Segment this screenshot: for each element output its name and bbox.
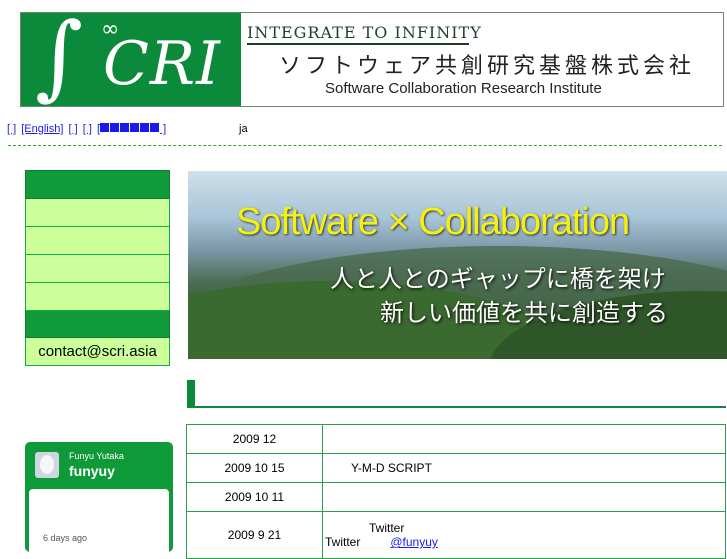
news-text bbox=[322, 424, 726, 454]
side-menu-item-3[interactable] bbox=[25, 255, 170, 283]
language-nav: [ ] [English] [ ] [ ] [ ] bbox=[7, 123, 168, 135]
tweet-timestamp[interactable]: 6 days ago bbox=[43, 533, 87, 543]
banner-subtitle-line2: 新しい価値を共に創造する bbox=[380, 299, 668, 327]
news-date: 2009 12 bbox=[186, 424, 323, 454]
lang-link-1[interactable]: [ ] bbox=[7, 123, 16, 135]
twitter-display-name[interactable]: Funyu Yutaka bbox=[69, 451, 124, 461]
tagline-underline bbox=[247, 43, 469, 45]
side-menu-header bbox=[25, 170, 170, 199]
news-text-line2-label: Twitter bbox=[325, 535, 361, 549]
twitter-widget: Funyu Yutaka funyuy 6 days ago bbox=[25, 442, 173, 559]
missing-glyph-icon bbox=[150, 123, 160, 132]
missing-glyph-icon bbox=[110, 123, 120, 132]
divider bbox=[8, 145, 722, 146]
missing-glyph-icon bbox=[100, 123, 110, 132]
egg-avatar-icon bbox=[40, 455, 54, 474]
news-text-line2: Twitter @funyuy bbox=[325, 535, 724, 549]
missing-glyph-icon bbox=[140, 123, 150, 132]
banner-title: Software × Collaboration bbox=[236, 201, 630, 243]
lang-link-5[interactable]: [ ] bbox=[97, 123, 166, 135]
banner-subtitle-line1: 人と人とのギャップに橋を架け bbox=[330, 265, 666, 293]
side-menu-item-1[interactable] bbox=[25, 199, 170, 227]
tagline: INTEGRATE TO INFINITY bbox=[247, 23, 482, 42]
contact-email[interactable]: contact@scri.asia bbox=[25, 338, 170, 366]
news-text: Y-M-D SCRIPT bbox=[322, 453, 726, 483]
news-text: Twitter Twitter @funyuy bbox=[322, 511, 726, 559]
news-text-content: Y-M-D SCRIPT bbox=[351, 461, 432, 475]
news-text bbox=[322, 482, 726, 512]
twitter-timeline: 6 days ago bbox=[29, 489, 169, 559]
lang-link-5-close: ] bbox=[160, 123, 167, 135]
twitter-handle[interactable]: funyuy bbox=[69, 463, 115, 479]
missing-glyph-icon bbox=[130, 123, 140, 132]
side-menu: contact@scri.asia bbox=[25, 170, 170, 366]
missing-glyph-icon bbox=[120, 123, 130, 132]
news-date: 2009 9 21 bbox=[186, 511, 323, 559]
logo-integral: ∫ bbox=[35, 3, 83, 110]
section-heading-underline bbox=[187, 406, 726, 408]
news-date: 2009 10 11 bbox=[186, 482, 323, 512]
side-menu-footer bbox=[25, 311, 170, 338]
table-row: 2009 12 bbox=[186, 424, 726, 454]
section-heading-marker bbox=[187, 380, 195, 408]
twitter-handle-link[interactable]: @funyuy bbox=[390, 535, 438, 549]
site-header: ∫ ∞ CRI INTEGRATE TO INFINITY ソフトウェア共創研究… bbox=[20, 7, 724, 107]
language-code: ja bbox=[239, 123, 248, 135]
hero-banner: Software × Collaboration 人と人とのギャップに橋を架け … bbox=[188, 171, 727, 359]
logo-text: CRI bbox=[103, 29, 221, 99]
lang-link-english[interactable]: [English] bbox=[21, 123, 63, 135]
logo[interactable]: ∫ ∞ CRI bbox=[21, 7, 241, 107]
table-row: 2009 10 15 Y-M-D SCRIPT bbox=[186, 453, 726, 483]
news-text-line1: Twitter bbox=[369, 521, 405, 535]
company-name-en: Software Collaboration Research Institut… bbox=[325, 80, 602, 97]
lang-link-4[interactable]: [ ] bbox=[83, 123, 92, 135]
news-table: 2009 12 2009 10 15 Y-M-D SCRIPT 2009 10 … bbox=[186, 424, 726, 559]
news-date: 2009 10 15 bbox=[186, 453, 323, 483]
table-row: 2009 10 11 bbox=[186, 482, 726, 512]
avatar[interactable] bbox=[35, 452, 59, 478]
table-row: 2009 9 21 Twitter Twitter @funyuy bbox=[186, 511, 726, 559]
side-menu-item-4[interactable] bbox=[25, 283, 170, 311]
company-name-jp: ソフトウェア共創研究基盤株式会社 bbox=[279, 54, 696, 79]
side-menu-item-2[interactable] bbox=[25, 227, 170, 255]
lang-link-3[interactable]: [ ] bbox=[69, 123, 78, 135]
